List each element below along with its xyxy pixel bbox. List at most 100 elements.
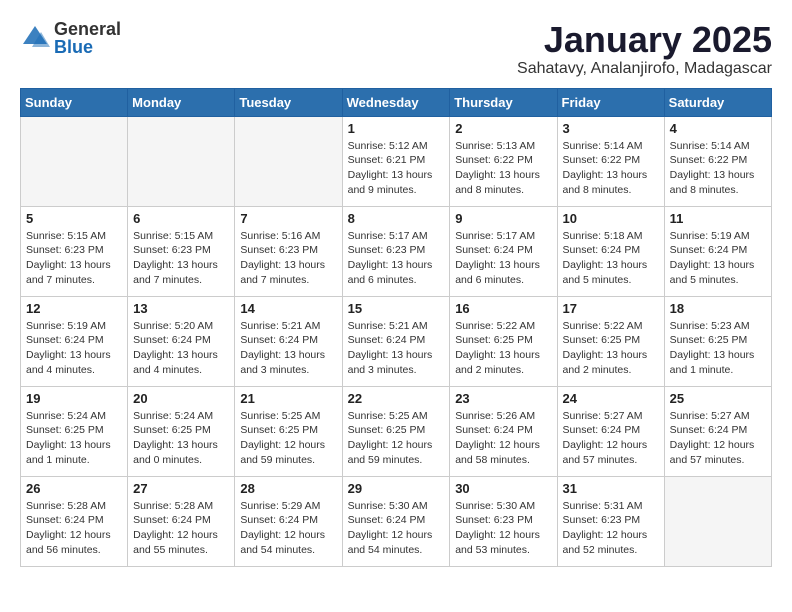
day-cell: 25 Sunrise: 5:27 AMSunset: 6:24 PMDayligh… (664, 386, 771, 476)
day-number: 29 (348, 481, 445, 496)
col-header-saturday: Saturday (664, 88, 771, 116)
day-cell: 27 Sunrise: 5:28 AMSunset: 6:24 PMDayligh… (128, 476, 235, 566)
day-number: 10 (563, 211, 659, 226)
day-number: 1 (348, 121, 445, 136)
logo-icon (20, 23, 50, 53)
day-cell: 30Sunrise: 5:30 AMSunset: 6:23 PMDayligh… (450, 476, 557, 566)
day-info: Sunrise: 5:20 AMSunset: 6:24 PMDaylight:… (133, 319, 229, 378)
week-row-4: 26 Sunrise: 5:28 AMSunset: 6:24 PMDayligh… (21, 476, 772, 566)
day-number: 14 (240, 301, 336, 316)
day-info: Sunrise: 5:26 AMSunset: 6:24 PMDaylight:… (455, 409, 551, 468)
day-number: 13 (133, 301, 229, 316)
day-info: Sunrise: 5:27 AMSunset: 6:24 PMDaylight:… (563, 409, 659, 468)
day-number: 5 (26, 211, 122, 226)
day-info: Sunrise: 5:21 AMSunset: 6:24 PMDaylight:… (348, 319, 445, 378)
day-cell (21, 116, 128, 206)
day-info: Sunrise: 5:22 AMSunset: 6:25 PMDaylight:… (455, 319, 551, 378)
day-cell: 26 Sunrise: 5:28 AMSunset: 6:24 PMDayligh… (21, 476, 128, 566)
day-cell: 11Sunrise: 5:19 AMSunset: 6:24 PMDayligh… (664, 206, 771, 296)
day-cell: 24 Sunrise: 5:27 AMSunset: 6:24 PMDayligh… (557, 386, 664, 476)
day-cell: 21Sunrise: 5:25 AMSunset: 6:25 PMDayligh… (235, 386, 342, 476)
day-number: 23 (455, 391, 551, 406)
day-cell: 4Sunrise: 5:14 AMSunset: 6:22 PMDaylight… (664, 116, 771, 206)
calendar-header: SundayMondayTuesdayWednesdayThursdayFrid… (21, 88, 772, 116)
day-cell: 22Sunrise: 5:25 AMSunset: 6:25 PMDayligh… (342, 386, 450, 476)
day-cell: 13 Sunrise: 5:20 AMSunset: 6:24 PMDayligh… (128, 296, 235, 386)
day-info: Sunrise: 5:31 AMSunset: 6:23 PMDaylight:… (563, 499, 659, 558)
day-number: 24 (563, 391, 659, 406)
day-cell (664, 476, 771, 566)
day-number: 6 (133, 211, 229, 226)
day-cell: 23 Sunrise: 5:26 AMSunset: 6:24 PMDayligh… (450, 386, 557, 476)
day-cell: 6Sunrise: 5:15 AMSunset: 6:23 PMDaylight… (128, 206, 235, 296)
logo-text: General Blue (54, 20, 121, 56)
day-info: Sunrise: 5:24 AMSunset: 6:25 PMDaylight:… (133, 409, 229, 468)
day-cell: 10 Sunrise: 5:18 AMSunset: 6:24 PMDayligh… (557, 206, 664, 296)
logo-general-text: General (54, 20, 121, 38)
title-block: January 2025 Sahatavy, Analanjirofo, Mad… (517, 20, 772, 78)
day-number: 12 (26, 301, 122, 316)
day-cell: 8Sunrise: 5:17 AMSunset: 6:23 PMDaylight… (342, 206, 450, 296)
day-info: Sunrise: 5:14 AMSunset: 6:22 PMDaylight:… (670, 139, 766, 198)
day-cell (128, 116, 235, 206)
day-cell: 1 Sunrise: 5:12 AMSunset: 6:21 PMDaylight… (342, 116, 450, 206)
day-number: 28 (240, 481, 336, 496)
calendar-title: January 2025 (517, 20, 772, 60)
calendar-subtitle: Sahatavy, Analanjirofo, Madagascar (517, 60, 772, 78)
day-number: 27 (133, 481, 229, 496)
day-number: 20 (133, 391, 229, 406)
page: General Blue January 2025 Sahatavy, Anal… (0, 0, 792, 587)
day-number: 3 (563, 121, 659, 136)
calendar-table: SundayMondayTuesdayWednesdayThursdayFrid… (20, 88, 772, 567)
day-number: 21 (240, 391, 336, 406)
col-header-tuesday: Tuesday (235, 88, 342, 116)
day-info: Sunrise: 5:12 AMSunset: 6:21 PMDaylight:… (348, 139, 445, 198)
col-header-monday: Monday (128, 88, 235, 116)
day-number: 19 (26, 391, 122, 406)
day-info: Sunrise: 5:28 AMSunset: 6:24 PMDaylight:… (133, 499, 229, 558)
day-cell: 28 Sunrise: 5:29 AMSunset: 6:24 PMDayligh… (235, 476, 342, 566)
day-number: 31 (563, 481, 659, 496)
day-number: 17 (563, 301, 659, 316)
day-number: 7 (240, 211, 336, 226)
day-info: Sunrise: 5:19 AMSunset: 6:24 PMDaylight:… (26, 319, 122, 378)
day-number: 25 (670, 391, 766, 406)
day-cell: 7 Sunrise: 5:16 AMSunset: 6:23 PMDaylight… (235, 206, 342, 296)
day-cell: 12 Sunrise: 5:19 AMSunset: 6:24 PMDayligh… (21, 296, 128, 386)
day-number: 9 (455, 211, 551, 226)
day-info: Sunrise: 5:24 AMSunset: 6:25 PMDaylight:… (26, 409, 122, 468)
day-cell: 2 Sunrise: 5:13 AMSunset: 6:22 PMDaylight… (450, 116, 557, 206)
day-info: Sunrise: 5:17 AMSunset: 6:24 PMDaylight:… (455, 229, 551, 288)
day-info: Sunrise: 5:14 AMSunset: 6:22 PMDaylight:… (563, 139, 659, 198)
day-info: Sunrise: 5:19 AMSunset: 6:24 PMDaylight:… (670, 229, 766, 288)
day-info: Sunrise: 5:16 AMSunset: 6:23 PMDaylight:… (240, 229, 336, 288)
day-info: Sunrise: 5:25 AMSunset: 6:25 PMDaylight:… (348, 409, 445, 468)
day-info: Sunrise: 5:21 AMSunset: 6:24 PMDaylight:… (240, 319, 336, 378)
day-number: 8 (348, 211, 445, 226)
week-row-0: 1 Sunrise: 5:12 AMSunset: 6:21 PMDaylight… (21, 116, 772, 206)
day-cell: 17 Sunrise: 5:22 AMSunset: 6:25 PMDayligh… (557, 296, 664, 386)
day-cell: 20 Sunrise: 5:24 AMSunset: 6:25 PMDayligh… (128, 386, 235, 476)
header-row: SundayMondayTuesdayWednesdayThursdayFrid… (21, 88, 772, 116)
week-row-1: 5Sunrise: 5:15 AMSunset: 6:23 PMDaylight… (21, 206, 772, 296)
day-info: Sunrise: 5:28 AMSunset: 6:24 PMDaylight:… (26, 499, 122, 558)
col-header-thursday: Thursday (450, 88, 557, 116)
day-cell: 3 Sunrise: 5:14 AMSunset: 6:22 PMDaylight… (557, 116, 664, 206)
day-number: 15 (348, 301, 445, 316)
day-cell: 29Sunrise: 5:30 AMSunset: 6:24 PMDayligh… (342, 476, 450, 566)
day-number: 26 (26, 481, 122, 496)
day-cell: 18 Sunrise: 5:23 AMSunset: 6:25 PMDayligh… (664, 296, 771, 386)
day-cell (235, 116, 342, 206)
col-header-sunday: Sunday (21, 88, 128, 116)
day-info: Sunrise: 5:23 AMSunset: 6:25 PMDaylight:… (670, 319, 766, 378)
day-info: Sunrise: 5:27 AMSunset: 6:24 PMDaylight:… (670, 409, 766, 468)
day-info: Sunrise: 5:18 AMSunset: 6:24 PMDaylight:… (563, 229, 659, 288)
week-row-2: 12 Sunrise: 5:19 AMSunset: 6:24 PMDayligh… (21, 296, 772, 386)
day-number: 2 (455, 121, 551, 136)
day-cell: 14 Sunrise: 5:21 AMSunset: 6:24 PMDayligh… (235, 296, 342, 386)
day-info: Sunrise: 5:13 AMSunset: 6:22 PMDaylight:… (455, 139, 551, 198)
day-number: 18 (670, 301, 766, 316)
day-info: Sunrise: 5:29 AMSunset: 6:24 PMDaylight:… (240, 499, 336, 558)
logo-blue-text: Blue (54, 38, 121, 56)
day-info: Sunrise: 5:22 AMSunset: 6:25 PMDaylight:… (563, 319, 659, 378)
